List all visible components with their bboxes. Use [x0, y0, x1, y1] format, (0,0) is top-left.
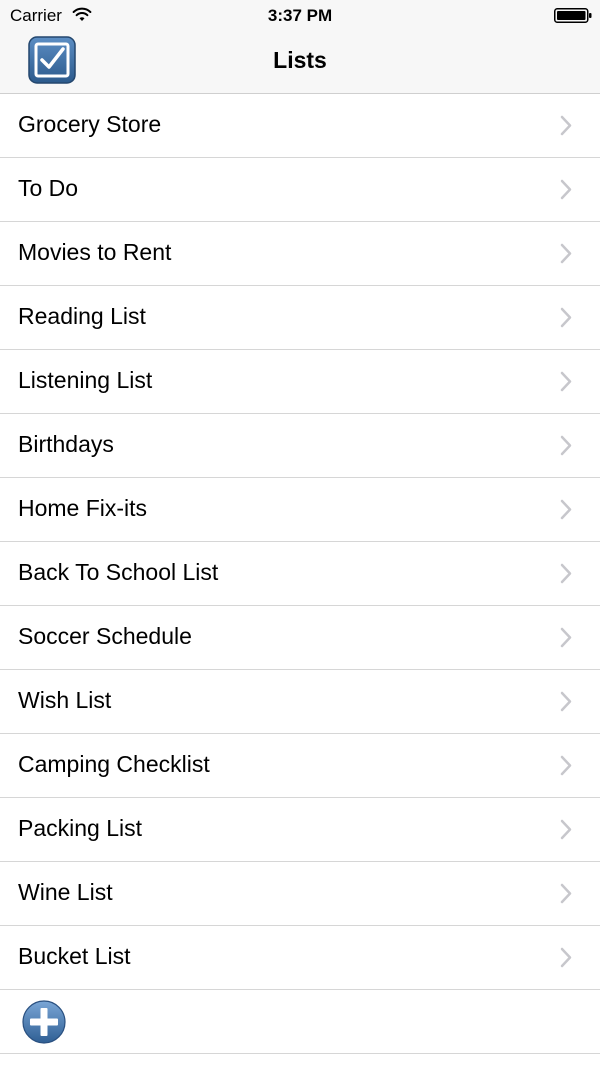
list-item-label: Reading List	[18, 303, 146, 329]
list-item[interactable]: Grocery Store	[0, 94, 600, 158]
chevron-right-icon	[560, 243, 572, 264]
chevron-right-icon	[560, 755, 572, 776]
list-item-label: Wine List	[18, 879, 113, 905]
chevron-right-icon	[560, 819, 572, 840]
list-item[interactable]: Wine List	[0, 862, 600, 926]
chevron-right-icon	[560, 563, 572, 584]
chevron-right-icon	[560, 435, 572, 456]
list-item-label: Movies to Rent	[18, 239, 172, 265]
chevron-right-icon	[560, 115, 572, 136]
list-item[interactable]: Bucket List	[0, 926, 600, 990]
battery-icon	[554, 8, 592, 23]
page-title: Lists	[273, 47, 327, 73]
add-list-row	[0, 990, 600, 1054]
list-item[interactable]: Camping Checklist	[0, 734, 600, 798]
navigation-bar: Lists	[0, 30, 600, 94]
chevron-right-icon	[560, 691, 572, 712]
list-item[interactable]: Movies to Rent	[0, 222, 600, 286]
list-item[interactable]: Soccer Schedule	[0, 606, 600, 670]
list-item-label: Bucket List	[18, 943, 131, 969]
chevron-right-icon	[560, 499, 572, 520]
list-item[interactable]: Birthdays	[0, 414, 600, 478]
chevron-right-icon	[560, 371, 572, 392]
lists-table: Grocery Store To Do Movies to Rent Readi…	[0, 94, 600, 1054]
list-item-label: Packing List	[18, 815, 143, 841]
list-item-label: Back To School List	[18, 559, 219, 585]
list-item[interactable]: Packing List	[0, 798, 600, 862]
list-item-label: Soccer Schedule	[18, 623, 192, 649]
plus-circle-icon[interactable]	[22, 1000, 66, 1044]
list-item[interactable]: Reading List	[0, 286, 600, 350]
list-item-label: Birthdays	[18, 431, 114, 457]
list-item-label: Grocery Store	[18, 111, 162, 137]
list-item[interactable]: To Do	[0, 158, 600, 222]
chevron-right-icon	[560, 307, 572, 328]
status-bar: Carrier 3:37 PM	[0, 0, 600, 30]
chevron-right-icon	[560, 883, 572, 904]
list-item-label: Listening List	[18, 367, 153, 393]
chevron-right-icon	[560, 179, 572, 200]
chevron-right-icon	[560, 947, 572, 968]
chevron-right-icon	[560, 627, 572, 648]
list-item[interactable]: Back To School List	[0, 542, 600, 606]
list-item-label: Wish List	[18, 687, 112, 713]
clock: 3:37 PM	[267, 6, 333, 25]
list-item-label: To Do	[18, 175, 79, 201]
list-item-label: Home Fix-its	[18, 495, 148, 521]
list-item[interactable]: Listening List	[0, 350, 600, 414]
list-item-label: Camping Checklist	[18, 751, 210, 777]
list-item[interactable]: Home Fix-its	[0, 478, 600, 542]
list-item[interactable]: Wish List	[0, 670, 600, 734]
